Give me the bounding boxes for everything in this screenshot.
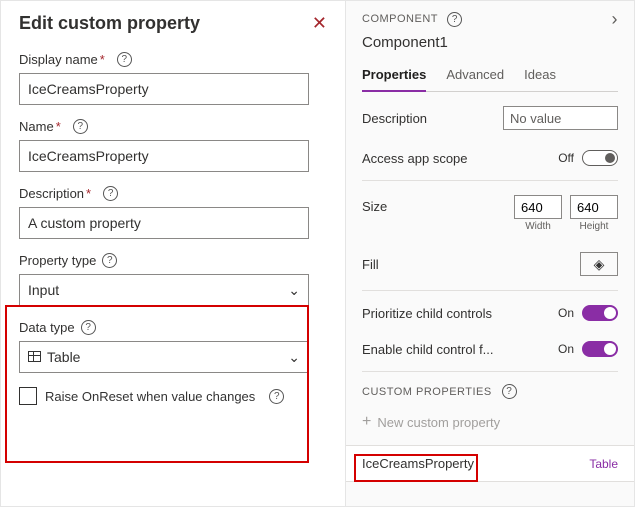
description-prop-label: Description	[362, 111, 427, 126]
close-icon[interactable]: ✕	[312, 13, 327, 34]
prioritize-label: Prioritize child controls	[362, 306, 492, 321]
table-icon	[28, 351, 41, 362]
enable-child-label: Enable child control f...	[362, 342, 494, 357]
display-name-input[interactable]: IceCreamsProperty	[19, 73, 309, 105]
component-header: COMPONENT	[362, 13, 438, 25]
tab-advanced[interactable]: Advanced	[446, 61, 504, 91]
custom-properties-header: CUSTOM PROPERTIES	[362, 386, 492, 398]
data-type-label: Data type?	[19, 320, 96, 335]
panel-title: Edit custom property	[19, 13, 200, 34]
chevron-right-icon[interactable]: ›	[612, 9, 619, 30]
property-type-label: Property type?	[19, 253, 117, 268]
description-label: Description*?	[19, 186, 118, 201]
help-icon[interactable]: ?	[117, 52, 132, 67]
help-icon[interactable]: ?	[73, 119, 88, 134]
prioritize-toggle[interactable]	[582, 305, 618, 321]
raise-onreset-label: Raise OnReset when value changes	[45, 389, 255, 404]
name-input[interactable]: IceCreamsProperty	[19, 140, 309, 172]
help-icon[interactable]: ?	[81, 320, 96, 335]
tab-properties[interactable]: Properties	[362, 61, 426, 92]
help-icon[interactable]: ?	[269, 389, 284, 404]
custom-property-item[interactable]: IceCreamsProperty Table	[346, 445, 634, 482]
new-custom-property-button[interactable]: +New custom property	[362, 405, 618, 445]
name-label: Name*?	[19, 119, 88, 134]
component-name: Component1	[362, 34, 618, 51]
height-input[interactable]	[570, 195, 618, 219]
description-prop-input[interactable]	[503, 106, 618, 130]
fill-label: Fill	[362, 257, 379, 272]
description-input[interactable]: A custom property	[19, 207, 309, 239]
width-input[interactable]	[514, 195, 562, 219]
access-scope-toggle[interactable]	[582, 150, 618, 166]
display-name-label: Display name*?	[19, 52, 132, 67]
enable-child-toggle[interactable]	[582, 341, 618, 357]
help-icon[interactable]: ?	[447, 12, 462, 27]
raise-onreset-checkbox[interactable]	[19, 387, 37, 405]
chevron-down-icon: ⌄	[288, 349, 300, 366]
plus-icon: +	[362, 413, 371, 431]
access-scope-label: Access app scope	[362, 151, 468, 166]
data-type-select[interactable]: Table⌄	[19, 341, 309, 373]
fill-color-picker[interactable]: ◈	[580, 252, 618, 276]
help-icon[interactable]: ?	[103, 186, 118, 201]
size-label: Size	[362, 195, 387, 214]
help-icon[interactable]: ?	[502, 384, 517, 399]
property-type-select[interactable]: Input⌄	[19, 274, 309, 306]
chevron-down-icon: ⌄	[288, 282, 300, 299]
tab-ideas[interactable]: Ideas	[524, 61, 556, 91]
help-icon[interactable]: ?	[102, 253, 117, 268]
